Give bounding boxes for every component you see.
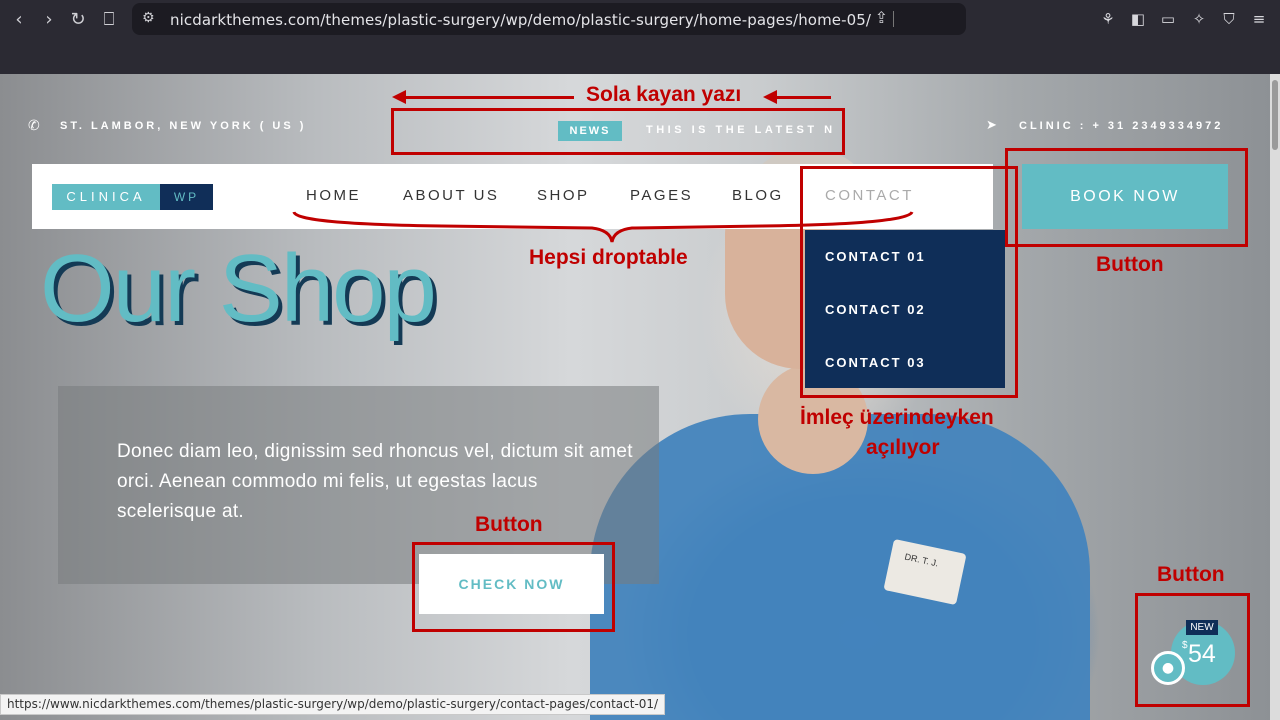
page-scrollbar[interactable] bbox=[1270, 74, 1280, 720]
annotation-button-book: Button bbox=[1096, 253, 1164, 276]
phone-icon: ✆ bbox=[28, 118, 40, 134]
extensions-icon[interactable]: ⚘ bbox=[1098, 9, 1118, 29]
annotation-box-book bbox=[1005, 148, 1248, 247]
nav-about-us[interactable]: ABOUT US bbox=[403, 187, 499, 204]
logo-part-1: CLINICA bbox=[52, 184, 160, 210]
divider bbox=[893, 11, 894, 27]
ai-sparkle-icon[interactable]: ✧ bbox=[1189, 9, 1209, 29]
url-text: nicdarkthemes.com/themes/plastic-surgery… bbox=[170, 11, 872, 29]
site-info-icon[interactable]: ⚙ bbox=[142, 10, 155, 26]
address-bar[interactable]: ⚙ nicdarkthemes.com/themes/plastic-surge… bbox=[132, 3, 966, 35]
annotation-button-check: Button bbox=[475, 513, 543, 536]
webpage: DR. T. J. ✆ ST. LAMBOR, NEW YORK ( US ) … bbox=[0, 74, 1270, 720]
site-logo[interactable]: CLINICA WP bbox=[52, 184, 213, 210]
nav-shop[interactable]: SHOP bbox=[537, 187, 590, 204]
annotation-box-check bbox=[412, 542, 615, 632]
page-title: Our Shop bbox=[40, 235, 437, 342]
share-icon[interactable]: ⇪ bbox=[875, 8, 888, 27]
logo-part-2: WP bbox=[160, 184, 213, 210]
hero-text: Donec diam leo, dignissim sed rhoncus ve… bbox=[117, 441, 633, 522]
scrollbar-thumb[interactable] bbox=[1272, 80, 1278, 150]
clinic-phone: CLINIC : + 31 2349334972 bbox=[1019, 120, 1224, 132]
status-url: https://www.nicdarkthemes.com/themes/pla… bbox=[0, 694, 666, 715]
address-text: ST. LAMBOR, NEW YORK ( US ) bbox=[60, 120, 307, 132]
back-icon[interactable]: ‹ bbox=[8, 9, 30, 31]
badge-name: DR. T. J. bbox=[903, 551, 940, 569]
annotation-box-promo bbox=[1135, 593, 1250, 707]
annotation-nav: Hepsi droptable bbox=[529, 246, 688, 269]
bookmark-icon[interactable]: ⎕ bbox=[98, 9, 120, 31]
annotation-box-ticker bbox=[391, 108, 845, 155]
nav-pages[interactable]: PAGES bbox=[630, 187, 693, 204]
browser-toolbar: ‹ › ↻ ⎕ ⚙ nicdarkthemes.com/themes/plast… bbox=[0, 0, 1280, 44]
arrow-line bbox=[404, 96, 574, 99]
arrow-line bbox=[775, 96, 831, 99]
send-icon: ➤ bbox=[986, 118, 997, 133]
bookmarks-strip bbox=[0, 44, 1280, 74]
forward-icon[interactable]: › bbox=[38, 9, 60, 31]
annotation-box-dropdown bbox=[800, 166, 1018, 398]
reload-icon[interactable]: ↻ bbox=[67, 9, 89, 31]
menu-icon[interactable]: ≡ bbox=[1249, 9, 1269, 29]
annotation-ticker: Sola kayan yazı bbox=[586, 83, 742, 106]
annotation-button-promo: Button bbox=[1157, 563, 1225, 586]
wallet-icon[interactable]: ▭ bbox=[1158, 9, 1178, 29]
annotation-dropdown-2: açılıyor bbox=[866, 436, 940, 459]
nav-home[interactable]: HOME bbox=[306, 187, 361, 204]
vpn-shield-icon[interactable]: ⛉ bbox=[1219, 9, 1239, 29]
sidebar-icon[interactable]: ◧ bbox=[1128, 9, 1148, 29]
nav-blog[interactable]: BLOG bbox=[732, 187, 784, 204]
annotation-dropdown-1: İmleç üzerindeyken bbox=[800, 406, 994, 429]
